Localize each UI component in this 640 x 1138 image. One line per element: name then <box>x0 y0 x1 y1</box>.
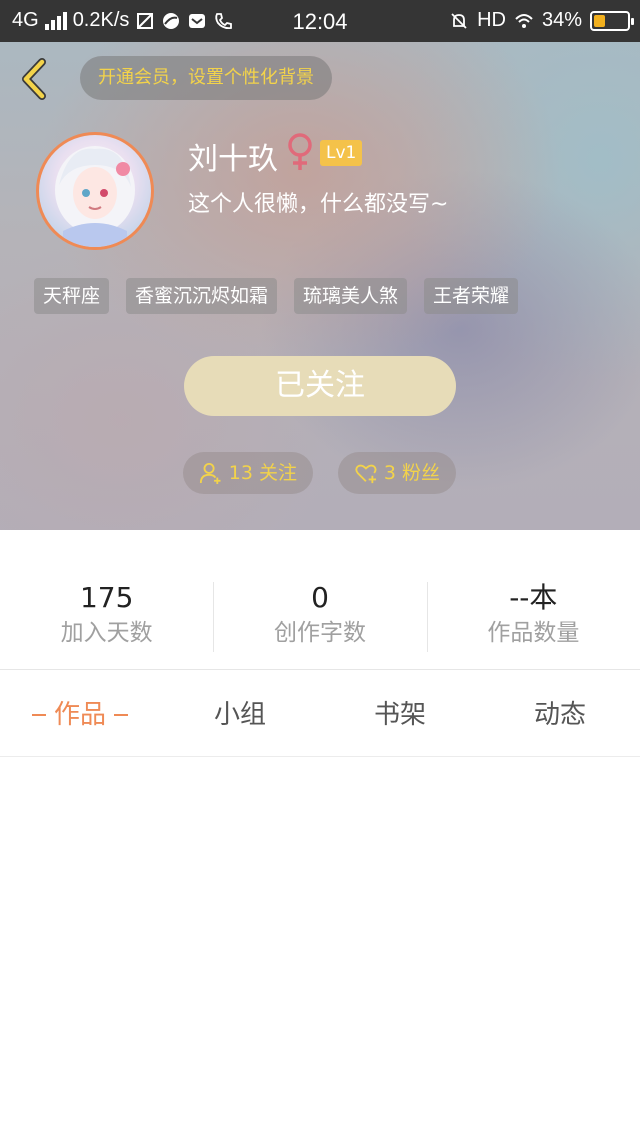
following-count: 13 关注 <box>228 462 297 484</box>
tag[interactable]: 香蜜沉沉烬如霜 <box>126 278 278 314</box>
avatar-illustration <box>55 146 135 247</box>
battery-fill <box>594 14 605 27</box>
fans-count: 3 粉丝 <box>383 462 440 484</box>
vip-banner[interactable]: 开通会员，设置个性化背景 <box>80 56 332 100</box>
hd-indicator: HD <box>477 9 506 31</box>
tab-works-wrap: 作品 <box>20 690 140 740</box>
status-right: HD 34% <box>449 9 634 32</box>
stat-works-count: --本 作品数量 <box>426 580 640 656</box>
tab-works[interactable]: 作品 <box>20 690 140 740</box>
following-button[interactable]: 13 关注 <box>183 452 313 494</box>
female-icon <box>288 133 312 170</box>
tab-indicator-right <box>114 714 128 716</box>
back-button[interactable] <box>14 56 54 102</box>
tag-list: 天秤座 香蜜沉沉烬如霜 琉璃美人煞 王者荣耀 <box>34 278 519 314</box>
stats-row: 175 加入天数 0 创作字数 --本 作品数量 <box>0 580 640 656</box>
fans-button[interactable]: 3 粉丝 <box>338 452 456 494</box>
person-add-icon <box>199 462 221 484</box>
divider <box>0 669 640 670</box>
heart-add-icon <box>355 464 377 484</box>
profile-tabs: 作品 小组 书架 动态 <box>0 690 640 740</box>
stat-word-count: 0 创作字数 <box>213 580 426 656</box>
tab-activity[interactable]: 动态 <box>510 690 610 740</box>
stat-value: 175 <box>79 581 134 614</box>
stat-label: 创作字数 <box>273 620 366 646</box>
bio: 这个人很懒，什么都没写~ <box>188 192 449 217</box>
tab-groups[interactable]: 小组 <box>190 690 290 740</box>
status-bar: 4G 0.2K/s 12:04 HD 34% <box>0 0 640 42</box>
stat-value: 0 <box>311 581 329 614</box>
tab-bookshelf[interactable]: 书架 <box>350 690 450 740</box>
stat-label: 作品数量 <box>487 620 580 646</box>
tab-content <box>0 757 640 1138</box>
follow-button[interactable]: 已关注 <box>184 356 456 416</box>
stat-join-days: 175 加入天数 <box>0 580 213 656</box>
avatar[interactable] <box>36 132 154 250</box>
tag[interactable]: 天秤座 <box>34 278 110 314</box>
tab-label: 作品 <box>53 700 106 730</box>
profile-header: 4G 0.2K/s 12:04 HD 34% 开通会员，设置个性化背景 刘十玖 … <box>0 0 640 530</box>
tab-indicator-left <box>31 714 46 716</box>
nickname: 刘十玖 <box>188 142 278 177</box>
tag[interactable]: 王者荣耀 <box>424 278 519 314</box>
battery-icon <box>590 10 634 31</box>
wifi-icon <box>515 13 533 28</box>
level-badge: Lv1 <box>320 140 363 166</box>
stat-value: --本 <box>509 581 558 614</box>
stat-label: 加入天数 <box>60 620 153 646</box>
mute-bell-icon <box>451 12 467 29</box>
battery-percent: 34% <box>541 9 582 31</box>
tag[interactable]: 琉璃美人煞 <box>294 278 408 314</box>
